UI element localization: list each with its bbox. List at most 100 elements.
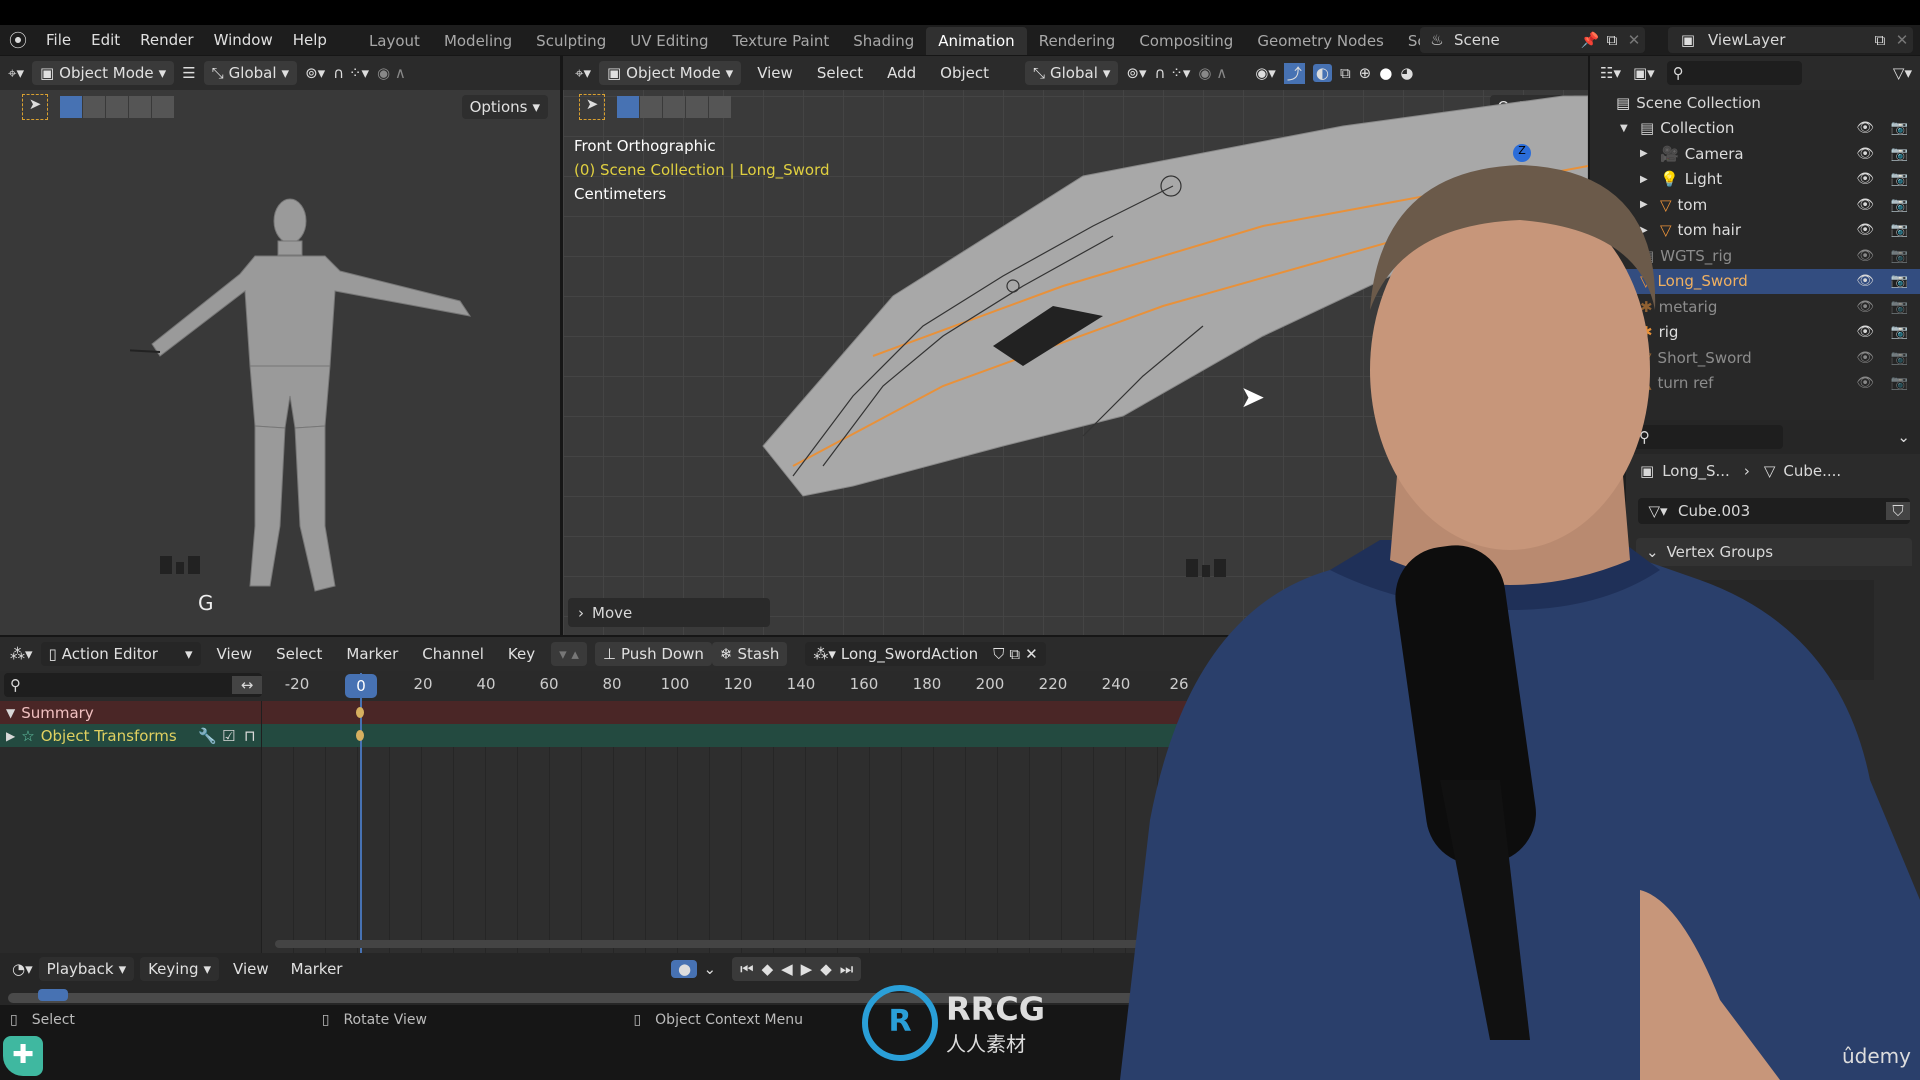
menu-marker[interactable]: Marker xyxy=(283,957,351,981)
tab-shading[interactable]: Shading xyxy=(841,27,926,55)
tab-texture-paint[interactable]: Texture Paint xyxy=(720,27,841,55)
tab-animation[interactable]: Animation xyxy=(926,27,1027,55)
current-frame-indicator[interactable]: 0 xyxy=(345,674,377,698)
chevron-down-icon[interactable]: ⌄ xyxy=(703,960,716,978)
next-keyframe-icon[interactable]: ◆ xyxy=(820,960,832,978)
editor-mode-dropdown[interactable]: ▯ Action Editor ▾ xyxy=(40,642,201,666)
fake-user-shield-icon[interactable]: ⛉ xyxy=(993,645,1004,663)
outliner-root[interactable]: ▤ Scene Collection xyxy=(1590,90,1920,116)
playback-label: Playback xyxy=(46,960,114,978)
top-black-strip xyxy=(0,0,1920,25)
filter-icon[interactable]: ▽▾ xyxy=(1893,64,1912,82)
playback-controls[interactable]: ⏮ ◆ ◀ ▶ ◆ ⏭ xyxy=(732,957,862,981)
menu-key[interactable]: Key xyxy=(500,642,543,666)
outliner-search-input[interactable]: ⚲ xyxy=(1666,61,1802,85)
push-down-button[interactable]: ⊥ Push Down xyxy=(594,642,712,666)
tab-modeling[interactable]: Modeling xyxy=(432,27,524,55)
view-layer-icon[interactable]: ▣▾ xyxy=(1633,64,1655,82)
push-down-label: Push Down xyxy=(620,645,704,663)
tab-uv-editing[interactable]: UV Editing xyxy=(618,27,720,55)
play-icon[interactable]: ▶ xyxy=(801,960,813,978)
menu-channel[interactable]: Channel xyxy=(414,642,492,666)
item-name: Collection xyxy=(1660,119,1735,138)
horizontal-scrollbar[interactable] xyxy=(275,940,1175,948)
close-icon[interactable]: ✕ xyxy=(1025,645,1038,663)
close-icon[interactable]: ✕ xyxy=(1891,31,1913,49)
mouse-left-icon: ▯ xyxy=(10,1012,18,1028)
hamburger-menu-icon[interactable]: ☰ xyxy=(182,64,195,82)
tab-sculpting[interactable]: Sculpting xyxy=(524,27,618,55)
menu-help[interactable]: Help xyxy=(283,31,337,49)
keyframe-object-transforms[interactable] xyxy=(356,730,364,741)
timeline-playhead[interactable] xyxy=(38,989,68,1001)
character-model xyxy=(130,198,472,592)
eye-icon[interactable]: 👁 xyxy=(1856,120,1874,136)
mode-dropdown[interactable]: ▣ Object Mode ▾ xyxy=(31,61,175,85)
dopesheet-icon[interactable]: ⁂▾ xyxy=(10,645,33,663)
ruler-tick-label: 160 xyxy=(849,675,879,693)
ruler-tick-label: -20 xyxy=(284,675,310,693)
options-dropdown[interactable]: Options▾ xyxy=(461,95,548,119)
jump-start-icon[interactable]: ⏮ xyxy=(740,960,754,978)
triangle-down-icon[interactable]: ▼ xyxy=(1620,123,1634,134)
mouse-right-icon: ▯ xyxy=(633,1012,642,1028)
options-label: Options xyxy=(469,98,528,116)
blender-logo-icon[interactable]: ⦿ xyxy=(0,27,36,53)
tab-rendering[interactable]: Rendering xyxy=(1027,27,1128,55)
prev-keyframe-icon[interactable]: ◆ xyxy=(762,960,774,978)
tab-compositing[interactable]: Compositing xyxy=(1127,27,1245,55)
status-context-menu: Object Context Menu xyxy=(655,1012,803,1028)
mouse-cursor-icon: ➤ xyxy=(1240,380,1266,415)
jump-end-icon[interactable]: ⏭ xyxy=(840,960,854,978)
outliner-item-collection[interactable]: ▼ ▤ Collection 👁 📷 xyxy=(1590,116,1920,142)
menu-marker[interactable]: Marker xyxy=(338,642,406,666)
camera-render-icon[interactable]: 📷 xyxy=(1891,120,1908,136)
menu-playback[interactable]: Playback ▾ xyxy=(38,957,135,981)
stash-button[interactable]: ❄ Stash xyxy=(711,642,788,666)
view-layer-selector[interactable]: ▣ ViewLayer ⧉ ✕ xyxy=(1668,27,1913,53)
copy-icon[interactable]: ⧉ xyxy=(1869,31,1891,49)
rrcg-sub: 人人素材 xyxy=(946,1031,1026,1056)
orientation-dropdown[interactable]: ⤡ Global ▾ xyxy=(203,61,298,85)
play-reverse-icon[interactable]: ◀ xyxy=(781,960,793,978)
pivot-icon[interactable]: ⊚▾ xyxy=(305,64,325,82)
selection-mode-buttons[interactable] xyxy=(60,96,174,118)
menu-view[interactable]: View xyxy=(225,957,277,981)
scene-selector[interactable]: ♨ Scene 📌 ⧉ ✕ xyxy=(1420,27,1645,53)
copy-icon[interactable]: ⧉ xyxy=(1009,645,1020,663)
menu-select[interactable]: Select xyxy=(268,642,330,666)
timeline-scrubber[interactable] xyxy=(8,993,1248,1003)
tab-geometry-nodes[interactable]: Geometry Nodes xyxy=(1245,27,1396,55)
editor-type-icon[interactable]: ⌖▾ xyxy=(8,64,24,82)
auto-keying-record-icon[interactable]: ● xyxy=(671,960,698,978)
search-icon: ⚲ xyxy=(1672,64,1684,82)
close-icon[interactable]: ✕ xyxy=(1623,31,1645,49)
left-3d-viewport[interactable]: ⌖▾ ▣ Object Mode ▾ ☰ ⤡ Global ▾ ⊚▾ ∩ ⁘▾ ◉ ∧ … xyxy=(0,56,560,635)
presenter-video xyxy=(1120,165,1920,1080)
menu-edit[interactable]: Edit xyxy=(81,31,130,49)
menu-keying[interactable]: Keying ▾ xyxy=(140,957,220,981)
rrcg-brand: RRCG xyxy=(946,989,1046,1028)
last-operator-panel[interactable]: › Move xyxy=(568,598,770,627)
select-tool-icon[interactable]: ➤ xyxy=(22,94,48,120)
proportional-edit-icon[interactable]: ◉ ∧ xyxy=(377,64,406,82)
pin-icon[interactable]: 📌 xyxy=(1579,31,1601,49)
display-mode-icon[interactable]: ☷▾ xyxy=(1600,64,1621,82)
menu-view[interactable]: View xyxy=(209,642,261,666)
menu-window[interactable]: Window xyxy=(204,31,283,49)
timeline-clock-icon[interactable]: ◔▾ xyxy=(12,960,33,978)
menu-file[interactable]: File xyxy=(36,31,81,49)
copy-icon[interactable]: ⧉ xyxy=(1601,31,1623,49)
tab-layout[interactable]: Layout xyxy=(357,27,432,55)
action-selector[interactable]: ⁂▾ Long_SwordAction ⛉ ⧉ ✕ xyxy=(805,642,1046,666)
ruler-tick-label: 60 xyxy=(539,675,559,693)
menu-render[interactable]: Render xyxy=(130,31,203,49)
keyframe-summary[interactable] xyxy=(356,707,364,718)
push-down-icon: ⊥ xyxy=(602,645,616,663)
workspace-tabs: Layout Modeling Sculpting UV Editing Tex… xyxy=(357,27,1466,55)
snap-icon[interactable]: ∩ ⁘▾ xyxy=(333,64,369,82)
rrcg-watermark: R RRCG 人人素材 xyxy=(862,985,1045,1061)
collection-icon: ▤ xyxy=(1616,93,1631,112)
layer-nav-buttons[interactable]: ▾ ▴ xyxy=(551,642,587,666)
object-mode-icon: ▣ xyxy=(39,64,55,82)
